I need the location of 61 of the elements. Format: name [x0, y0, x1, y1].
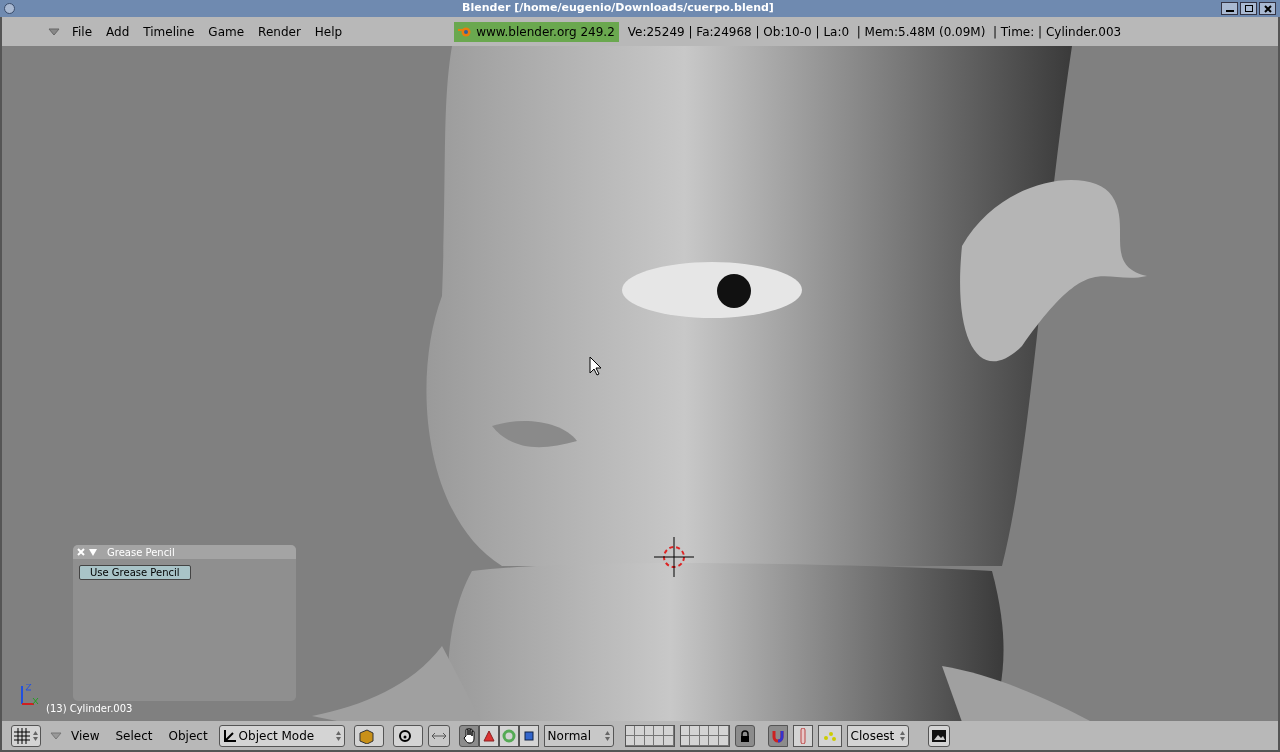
manipulator-toggle[interactable] [478, 724, 499, 747]
mode-dropdown[interactable]: Object Mode [218, 724, 345, 747]
up-down-arrows-icon [335, 730, 341, 741]
lock-layers-toggle[interactable] [734, 724, 755, 747]
ring-icon [501, 728, 516, 743]
layer-buttons[interactable] [624, 724, 675, 747]
render-button[interactable] [927, 724, 950, 747]
manipulator-toggle[interactable] [427, 724, 450, 747]
thermometer-icon [799, 727, 806, 744]
image-icon [931, 729, 946, 742]
snap-mode-dropdown[interactable] [817, 724, 842, 747]
cube-icon [357, 727, 374, 744]
collapse-arrow-icon[interactable] [48, 27, 60, 36]
manipulator-toggle[interactable] [498, 724, 519, 747]
transform-space-dropdown[interactable]: Normal [543, 724, 614, 747]
triangle-icon [482, 729, 495, 742]
close-button[interactable] [1259, 2, 1276, 15]
menu-item[interactable]: File [72, 22, 93, 41]
layer-buttons[interactable] [679, 724, 730, 747]
square-icon [523, 730, 534, 741]
snap-toggle[interactable] [767, 724, 788, 747]
dots-icon [822, 729, 837, 742]
up-down-arrows-icon [33, 730, 38, 741]
3d-cursor-icon[interactable] [654, 537, 694, 577]
maximize-button[interactable] [1240, 2, 1257, 15]
axis-gizmo-icon [18, 684, 40, 708]
use-grease-pencil-button[interactable]: Use Grease Pencil [79, 565, 191, 580]
scene-stats: Ve:25249 | Fa:24968 | Ob:10-0 | La:0 | Mem:5.48M (0.09M) | Time: | Cylinder.003 [627, 23, 1122, 41]
editor-type-selector[interactable] [11, 724, 41, 747]
menu-item[interactable]: Render [258, 22, 301, 41]
window-title: Blender [/home/eugenio/Downloads/cuerpo.blend] [461, 0, 775, 17]
snap-element-toggle[interactable] [792, 724, 813, 747]
magnet-icon [770, 728, 785, 743]
axes-arrow-icon [222, 728, 237, 743]
snap-target-dropdown[interactable]: Closest [846, 724, 909, 747]
close-icon [1263, 4, 1272, 13]
menu-item[interactable]: Add [106, 22, 130, 41]
draw-type-dropdown[interactable] [353, 724, 384, 747]
up-down-arrows-icon [899, 730, 905, 741]
menu-item[interactable]: View [71, 726, 100, 745]
hand-icon [461, 727, 476, 744]
active-object-label: (13) Cylinder.003 [46, 702, 133, 716]
mouse-pointer-icon [589, 356, 603, 376]
window-menu-icon[interactable] [4, 3, 15, 14]
menu-item[interactable]: Help [314, 22, 343, 41]
manipulator-toggle[interactable] [518, 724, 539, 747]
lock-icon [739, 729, 750, 742]
menu-item[interactable]: Select [115, 726, 153, 745]
splash-badge[interactable]: www.blender.org 249.2 [454, 21, 619, 42]
blender-logo-icon [458, 25, 473, 38]
manipulator-toggle[interactable] [458, 724, 479, 747]
menu-item[interactable]: Object [168, 726, 208, 745]
pivot-icon [396, 727, 413, 744]
up-down-arrows-icon [604, 730, 610, 741]
menu-item[interactable]: Game [208, 22, 245, 41]
arrows-icon [430, 730, 447, 741]
pivot-dropdown[interactable] [392, 724, 423, 747]
panel-title: Grease Pencil [107, 545, 175, 560]
grid-icon [14, 727, 30, 744]
minimize-button[interactable] [1221, 2, 1238, 15]
menu-item[interactable]: Timeline [143, 22, 195, 41]
